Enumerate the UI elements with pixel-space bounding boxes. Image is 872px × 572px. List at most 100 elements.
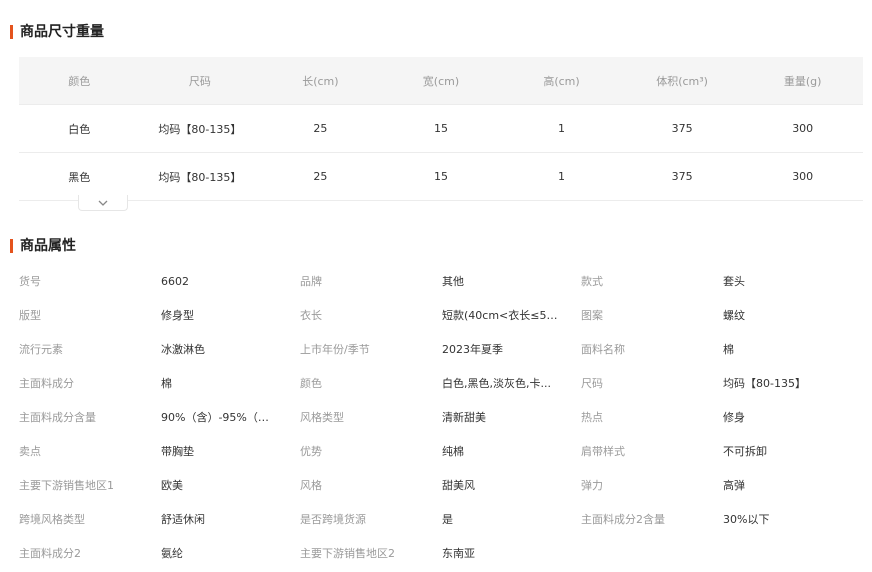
attribute-label: 衣长: [300, 309, 322, 322]
attribute-label: 面料名称: [581, 343, 625, 356]
attribute-value: 套头: [723, 264, 863, 298]
header-width: 宽(cm): [380, 57, 502, 105]
attribute-label: 主面料成分2含量: [581, 513, 665, 526]
attribute-value-text: 纯棉: [442, 445, 464, 458]
attribute-label: 热点: [581, 411, 603, 424]
attribute-value: 90%（含）-95%（不...: [161, 400, 300, 434]
attribute-value: 是: [442, 502, 581, 536]
cell-volume: 375: [621, 152, 743, 201]
cell-size: 均码【80-135】: [139, 152, 261, 201]
attribute-label: 主面料成分含量: [19, 411, 96, 424]
cell-length: 25: [260, 152, 381, 201]
attribute-value: 清新甜美: [442, 400, 581, 434]
attribute-value-text: 甜美风: [442, 479, 475, 492]
attribute-value-text: 2023年夏季: [442, 343, 503, 356]
attribute-value: 氨纶: [161, 536, 300, 570]
header-weight: 重量(g): [742, 57, 863, 105]
attribute-value: 均码【80-135】: [723, 366, 863, 400]
attribute-label: 跨境风格类型: [19, 513, 85, 526]
attribute-label: 优势: [300, 445, 322, 458]
attribute-label: 卖点: [19, 445, 41, 458]
header-height: 高(cm): [501, 57, 622, 105]
attribute-label: 颜色: [300, 377, 322, 390]
attribute-label: 款式: [581, 275, 603, 288]
attribute-value-text: 其他: [442, 275, 464, 288]
attribute-value-text: 短款(40cm<衣长≤50...: [442, 309, 560, 322]
attribute-value: 高弹: [723, 468, 863, 502]
attribute-value-text: 是: [442, 513, 453, 526]
attribute-label: 货号: [19, 275, 41, 288]
cell-height: 1: [501, 152, 622, 201]
attribute-label: 尺码: [581, 377, 603, 390]
attribute-value: 欧美: [161, 468, 300, 502]
attribute-value: 不可拆卸: [723, 434, 863, 468]
table-row: 白色 均码【80-135】 25 15 1 375 300: [19, 104, 863, 153]
attribute-value: 2023年夏季: [442, 332, 581, 366]
attribute-value-text: 欧美: [161, 479, 183, 492]
attribute-value-text: 棉: [161, 377, 172, 390]
cell-height: 1: [501, 104, 622, 153]
attributes-grid: 货号 6602 品牌 其他 款式 套头 版型 修身型 衣长 短款(40cm<衣长≤50... 图案 螺…: [19, 264, 863, 570]
attribute-value-text: 高弹: [723, 479, 745, 492]
attribute-value: 东南亚: [442, 536, 581, 570]
attribute-value-text: 冰激淋色: [161, 343, 205, 356]
attribute-value: 冰激淋色: [161, 332, 300, 366]
table-row: 黑色 均码【80-135】 25 15 1 375 300: [19, 152, 863, 201]
attribute-label: 风格类型: [300, 411, 344, 424]
attribute-label: 主面料成分: [19, 377, 74, 390]
attribute-value: 白色,黑色,淡灰色,卡...: [442, 366, 581, 400]
header-size: 尺码: [139, 57, 261, 105]
attribute-label: 图案: [581, 309, 603, 322]
attribute-label: 上市年份/季节: [300, 343, 370, 356]
attribute-value: 棉: [723, 332, 863, 366]
expand-table-button[interactable]: [78, 195, 128, 211]
attribute-value-text: 30%以下: [723, 513, 770, 526]
attribute-value-text: 均码【80-135】: [723, 377, 806, 390]
cell-color: 白色: [19, 104, 140, 153]
attribute-value-text: 带胸垫: [161, 445, 194, 458]
cell-width: 15: [380, 104, 502, 153]
attribute-value: 其他: [442, 264, 581, 298]
attribute-value-text: 90%（含）-95%（不...: [161, 411, 279, 424]
attribute-value: 修身: [723, 400, 863, 434]
attribute-value-text: 修身: [723, 411, 745, 424]
attribute-value: 6602: [161, 264, 300, 298]
attribute-value: 短款(40cm<衣长≤50...: [442, 298, 581, 332]
attribute-value: 30%以下: [723, 502, 863, 536]
header-color: 颜色: [19, 57, 140, 105]
attribute-value-text: 螺纹: [723, 309, 745, 322]
attribute-value-text: 清新甜美: [442, 411, 486, 424]
cell-size: 均码【80-135】: [139, 104, 261, 153]
attribute-label: 版型: [19, 309, 41, 322]
attribute-value: 螺纹: [723, 298, 863, 332]
attribute-value: 舒适休闲: [161, 502, 300, 536]
size-section-title: 商品尺寸重量: [10, 24, 104, 40]
attribute-value: 棉: [161, 366, 300, 400]
attribute-value-text: 修身型: [161, 309, 194, 322]
header-volume: 体积(cm³): [621, 57, 743, 105]
attribute-value-text: 氨纶: [161, 547, 183, 560]
cell-width: 15: [380, 152, 502, 201]
attribute-label: 主面料成分2: [19, 547, 81, 560]
attribute-label: 主要下游销售地区1: [19, 479, 114, 492]
attribute-value-text: 不可拆卸: [723, 445, 767, 458]
header-length: 长(cm): [260, 57, 381, 105]
attribute-value-text: 舒适休闲: [161, 513, 205, 526]
cell-color: 黑色: [19, 152, 140, 201]
attribute-label: 主要下游销售地区2: [300, 547, 395, 560]
attribute-label: 弹力: [581, 479, 603, 492]
cell-weight: 300: [742, 152, 863, 201]
cell-length: 25: [260, 104, 381, 153]
attribute-value: 带胸垫: [161, 434, 300, 468]
cell-weight: 300: [742, 104, 863, 153]
attribute-label: 风格: [300, 479, 322, 492]
attribute-value-text: 6602: [161, 274, 189, 288]
attribute-value-text: 东南亚: [442, 547, 475, 560]
size-weight-table: 颜色 尺码 长(cm) 宽(cm) 高(cm) 体积(cm³) 重量(g) 白色…: [19, 57, 863, 201]
chevron-down-icon: [98, 200, 108, 206]
attribute-label: 肩带样式: [581, 445, 625, 458]
cell-volume: 375: [621, 104, 743, 153]
attribute-value: 纯棉: [442, 434, 581, 468]
attributes-section-title: 商品属性: [10, 238, 76, 254]
table-header-row: 颜色 尺码 长(cm) 宽(cm) 高(cm) 体积(cm³) 重量(g): [19, 57, 863, 105]
